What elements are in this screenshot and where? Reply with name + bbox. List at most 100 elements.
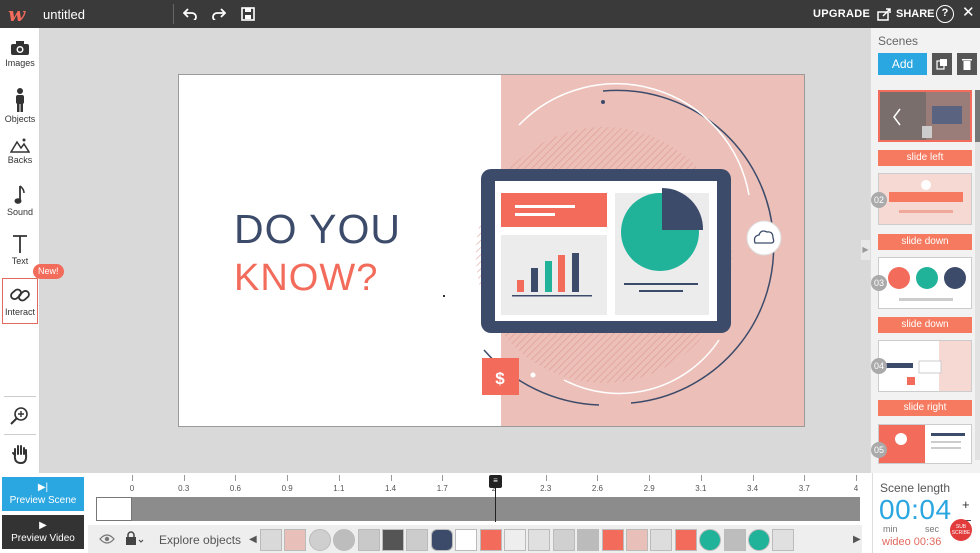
scene-transition-1[interactable]: slide left [878,150,972,166]
preview-scene-button[interactable]: ▶| Preview Scene [2,477,84,511]
add-scene-button[interactable]: Add [878,53,927,75]
minutes-label: min [883,524,898,534]
scene-canvas[interactable]: DO YOU KNOW? $ [178,74,805,427]
scenes-panel: Scenes Add slide left 02 slide down 03 s… [870,28,980,473]
timeline-tick-mark [649,475,651,481]
save-icon[interactable] [238,4,258,24]
scene-transition-3[interactable]: slide down [878,317,972,333]
tool-sound[interactable]: Sound [2,179,38,225]
timeline-tick-label: 3.1 [695,484,707,493]
objects-scroll-left-icon[interactable]: ◀ [249,534,257,545]
object-thumbnail[interactable] [479,529,502,551]
dollar-label: $ [495,369,505,388]
undo-icon[interactable] [180,4,200,24]
scene-transition-4[interactable]: slide right [878,400,972,416]
scene-preview [879,341,971,391]
upgrade-button[interactable]: UPGRADE [813,8,870,20]
preview-video-button[interactable]: ▶ Preview Video [2,515,84,549]
object-thumbnail[interactable] [382,529,404,551]
scene-thumbnail-5[interactable] [878,424,972,464]
tool-label: Sound [6,207,34,217]
timeline-tick-mark [390,475,392,481]
object-thumbnail[interactable] [674,529,697,551]
timeline-tick-label: 1.1 [333,484,345,493]
timeline-track[interactable] [96,497,860,521]
tool-objects[interactable]: Objects [2,82,38,128]
object-thumbnail[interactable] [601,529,624,551]
object-thumbnail[interactable] [455,529,478,551]
tool-backs[interactable]: Backs [2,131,38,177]
object-thumbnail[interactable] [504,529,526,551]
scenes-scrollbar-thumb[interactable] [975,90,980,142]
object-thumbnail[interactable] [308,529,331,551]
object-thumbnail[interactable] [626,529,648,551]
scene-thumbnail-2[interactable] [878,173,972,225]
object-thumbnail[interactable] [406,529,429,551]
subscribe-badge[interactable]: SUB SCRIBE [950,519,972,541]
delete-scene-button[interactable] [957,53,977,75]
timeline-tick-label: 1.7 [436,484,448,493]
scene-thumbnail-1[interactable] [878,90,972,142]
object-thumbnail[interactable] [772,529,795,551]
close-button[interactable]: ✕ [962,4,975,22]
divider [4,434,36,435]
increase-length-button[interactable]: + [962,497,970,512]
tablet-illustration[interactable]: $ [179,75,805,427]
scene-thumbnail-4[interactable] [878,340,972,392]
scene-thumbnail-3[interactable] [878,257,972,309]
object-thumbnail[interactable] [552,529,575,551]
scenes-scrollbar[interactable] [975,90,980,460]
duplicate-scene-button[interactable] [932,53,952,75]
pan-button[interactable] [2,438,38,470]
person-icon [16,88,24,112]
lock-icon[interactable] [124,531,144,551]
object-thumbnail[interactable] [430,529,453,551]
timeline-tick-mark [132,475,133,481]
text-icon [13,235,27,253]
scene-transition-2[interactable]: slide down [878,234,972,250]
scene-length-panel: Scene length 00:04 min sec + − wideo 00:… [872,473,980,553]
tool-images[interactable]: Images [2,34,38,80]
timeline-scene-block[interactable] [96,497,132,521]
eye-icon[interactable] [99,532,115,550]
scene-number-2: 02 [871,192,887,208]
timeline-tick-mark [183,475,185,481]
redo-icon[interactable] [209,4,229,24]
timeline-tick-mark [545,475,547,481]
timeline-tick-label: 2.3 [540,484,552,493]
object-thumbnail[interactable] [357,529,380,551]
timeline-tick-mark [856,475,857,481]
timeline-tick-label: 2.6 [591,484,603,493]
wideo-total-length: wideo 00:36 [882,536,942,548]
object-thumbnail[interactable] [284,529,307,551]
object-thumbnail[interactable] [577,529,600,551]
tool-text[interactable]: Text [2,228,38,274]
editor-app: w untitled UPGRADE SHARE ? ✕ Images Obje… [0,0,980,553]
tool-label: Images [5,58,35,68]
panel-collapse-handle[interactable]: ▶ [861,240,870,260]
preview-video-label: Preview Video [11,533,75,544]
zoom-button[interactable] [2,400,38,430]
scene-length-time[interactable]: 00:04 [879,494,952,526]
explore-objects-label[interactable]: Explore objects [159,533,241,547]
scene-preview [879,425,971,463]
document-title[interactable]: untitled [43,7,85,22]
scene-number-3: 03 [871,275,887,291]
wideo-logo[interactable]: w [8,2,34,26]
playhead-handle[interactable]: ≡ [489,475,502,488]
object-thumbnail[interactable] [528,529,551,551]
object-thumbnail[interactable] [260,529,282,551]
camera-icon [11,41,29,55]
help-button[interactable]: ? [936,5,954,23]
zoom-in-icon [10,407,28,425]
share-button[interactable]: SHARE [877,5,935,23]
object-thumbnail[interactable] [748,529,770,551]
object-thumbnail[interactable] [650,529,673,551]
timeline-ruler[interactable]: 0 0.3 0.6 0.9 1.1 1.4 1.7 2 2.3 2.6 2.9 3.1 3.4 3.7 4 [94,475,862,495]
scenes-title: Scenes [878,34,919,48]
left-toolbar: Images Objects Backs Sound Text Interact [0,28,40,473]
objects-scroll-right-icon[interactable]: ▶ [853,534,861,545]
tool-interact[interactable]: Interact [2,278,38,324]
object-thumbnail[interactable] [723,529,746,551]
timeline-tick-label: 0.6 [229,484,241,493]
